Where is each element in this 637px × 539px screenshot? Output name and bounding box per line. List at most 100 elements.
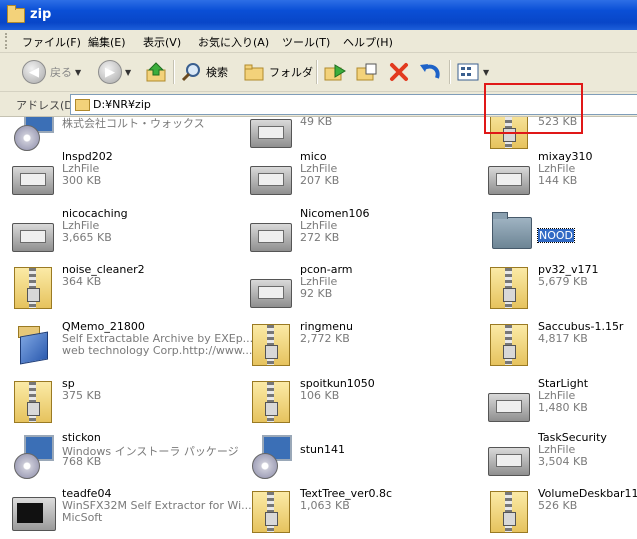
file-item[interactable]: stun141	[248, 431, 468, 483]
file-size: 3,665 KB	[62, 231, 112, 244]
file-size: 3,504 KB	[538, 455, 588, 468]
file-size: 272 KB	[300, 231, 340, 244]
file-item[interactable]: Nicomen106 LzhFile 272 KB	[248, 207, 468, 259]
back-button[interactable]: ◀ 戻る ▼	[22, 59, 81, 85]
file-size: MicSoft	[62, 511, 103, 524]
file-type: 1,063 KB	[300, 499, 350, 512]
undo-button[interactable]	[418, 59, 442, 85]
lzh-file-icon	[10, 150, 58, 198]
file-size: 144 KB	[538, 174, 578, 187]
lzh-file-icon	[248, 263, 296, 311]
zip-folder-icon	[10, 377, 58, 425]
menu-edit[interactable]: 編集(E)	[88, 34, 126, 50]
file-type: 49 KB	[300, 117, 333, 128]
up-folder-icon	[146, 62, 166, 82]
file-item[interactable]: QMemo_21800 Self Extractable Archive by E…	[10, 320, 256, 372]
installer-box-icon	[10, 320, 58, 368]
menu-help[interactable]: ヘルプ(H)	[343, 34, 393, 50]
back-arrow-icon: ◀	[22, 60, 46, 84]
file-size: 300 KB	[62, 174, 102, 187]
menu-file[interactable]: ファイル(F)	[22, 34, 81, 50]
file-type: 106 KB	[300, 389, 340, 402]
delete-button[interactable]	[388, 59, 410, 85]
file-list: 株式会社コルト・ウォックス 49 KB 523 KB lnspd202 LzhFile 3…	[0, 117, 637, 539]
copy-to-icon	[356, 63, 377, 81]
lzh-file-icon	[10, 207, 58, 255]
menu-favorites[interactable]: お気に入り(A)	[198, 34, 269, 50]
copy-to-button[interactable]	[355, 59, 379, 85]
views-icon	[457, 63, 479, 81]
file-item[interactable]: mixay310 LzhFile 144 KB	[486, 150, 637, 202]
file-item[interactable]: Saccubus-1.15r 4,817 KB	[486, 320, 637, 372]
toolbar-separator	[449, 60, 451, 84]
file-type: 364 KB	[62, 275, 102, 288]
lzh-file-icon	[248, 207, 296, 255]
file-size: 1,480 KB	[538, 401, 588, 414]
lzh-file-icon	[486, 431, 534, 479]
chevron-down-icon: ▼	[483, 67, 490, 77]
archive-icon	[248, 117, 296, 151]
views-button[interactable]: ▼	[456, 59, 489, 85]
file-item[interactable]: ringmenu 2,772 KB	[248, 320, 468, 372]
folders-button[interactable]: フォルダ	[243, 59, 313, 85]
tv-icon	[10, 487, 58, 535]
file-name: NOOD	[536, 228, 576, 243]
setup-icon	[10, 117, 58, 151]
setup-icon	[248, 431, 296, 479]
file-item[interactable]: VolumeDeskbar111 526 KB	[486, 487, 637, 539]
menu-view[interactable]: 表示(V)	[143, 34, 181, 50]
file-item[interactable]: NOOD	[486, 207, 637, 259]
file-item[interactable]: pv32_v171 5,679 KB	[486, 263, 637, 315]
title-bar: zip	[0, 0, 637, 30]
file-item[interactable]: lnspd202 LzhFile 300 KB	[10, 150, 230, 202]
file-type: 526 KB	[538, 499, 578, 512]
file-item[interactable]: TextTree_ver0.8c 1,063 KB	[248, 487, 468, 539]
up-folder-button[interactable]	[145, 59, 167, 85]
file-item[interactable]: nicocaching LzhFile 3,665 KB	[10, 207, 230, 259]
selected-file-name: NOOD	[536, 228, 576, 243]
undo-icon	[420, 64, 440, 79]
file-size: web technology Corp.http://www....	[62, 344, 256, 357]
file-size: 768 KB	[62, 455, 102, 468]
menu-bar: ファイル(F) 編集(E) 表示(V) お気に入り(A) ツール(T) ヘルプ(…	[0, 30, 637, 53]
file-size: 207 KB	[300, 174, 340, 187]
forward-button[interactable]: ▶ ▼	[98, 59, 131, 85]
file-item[interactable]: spoitkun1050 106 KB	[248, 377, 468, 429]
file-item[interactable]: pcon-arm LzhFile 92 KB	[248, 263, 468, 315]
lzh-file-icon	[248, 150, 296, 198]
search-label: 検索	[206, 66, 228, 79]
move-to-button[interactable]	[323, 59, 347, 85]
file-size: 92 KB	[300, 287, 333, 300]
zip-folder-icon	[486, 320, 534, 368]
zip-folder-icon	[486, 487, 534, 535]
folders-label: フォルダ	[269, 66, 313, 79]
file-item[interactable]: mico LzhFile 207 KB	[248, 150, 468, 202]
file-type: 4,817 KB	[538, 332, 588, 345]
toolbar-separator	[316, 60, 318, 84]
file-type: 2,772 KB	[300, 332, 350, 345]
menubar-grip	[5, 33, 10, 49]
file-item[interactable]: teadfe04 WinSFX32M Self Extractor for Wi.…	[10, 487, 252, 539]
search-button[interactable]: 検索	[180, 59, 228, 85]
file-type: 375 KB	[62, 389, 102, 402]
file-type: 5,679 KB	[538, 275, 588, 288]
menu-tools[interactable]: ツール(T)	[282, 34, 330, 50]
zip-folder-icon	[486, 263, 534, 311]
window-title: zip	[30, 7, 52, 22]
chevron-down-icon: ▼	[125, 67, 132, 77]
zip-folder-icon	[10, 263, 58, 311]
file-item[interactable]: TaskSecurity LzhFile 3,504 KB	[486, 431, 637, 483]
delete-x-icon	[390, 63, 408, 81]
selection-highlight-box	[484, 83, 583, 134]
lzh-file-icon	[486, 150, 534, 198]
address-path: D:¥NR¥zip	[93, 98, 151, 111]
folder-icon	[486, 207, 534, 255]
file-item[interactable]: noise_cleaner2 364 KB	[10, 263, 230, 315]
file-item[interactable]: StarLight LzhFile 1,480 KB	[486, 377, 637, 429]
zip-folder-icon	[248, 487, 296, 535]
back-label: 戻る	[50, 66, 72, 79]
file-item[interactable]: sp 375 KB	[10, 377, 230, 429]
file-item[interactable]: stickon Windows インストーラ パッケージ 768 KB	[10, 431, 239, 483]
zip-folder-icon	[248, 377, 296, 425]
lzh-file-icon	[486, 377, 534, 425]
